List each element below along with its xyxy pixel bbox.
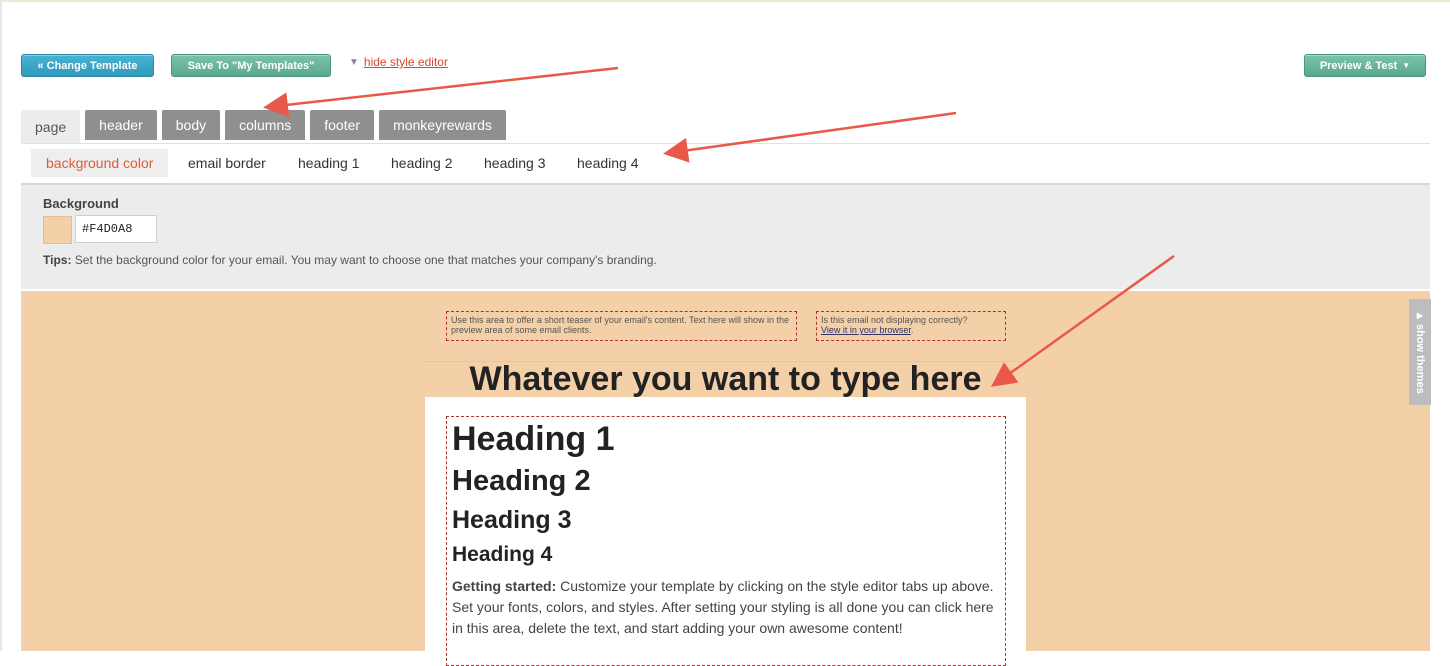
caret-down-icon: ▼ (1402, 61, 1411, 70)
tips-label: Tips: (43, 253, 72, 267)
subtab-email-border[interactable]: email border (188, 149, 266, 177)
intro-paragraph: Getting started: Customize your template… (452, 576, 1000, 639)
email-header[interactable]: Whatever you want to type here (425, 360, 1026, 398)
subtab-heading-1[interactable]: heading 1 (298, 149, 360, 177)
tab-columns[interactable]: columns (225, 110, 306, 140)
heading-4: Heading 4 (452, 543, 553, 566)
preheader-browser-box[interactable]: Is this email not displaying correctly? … (816, 311, 1006, 341)
save-to-my-templates-button[interactable]: Save To "My Templates" (171, 54, 331, 77)
body-content-area[interactable]: Heading 1 Heading 2 Heading 3 Heading 4 … (446, 416, 1006, 666)
preheader-teaser-box[interactable]: Use this area to offer a short teaser of… (446, 311, 797, 341)
tips-text: Tips: Set the background color for your … (43, 253, 657, 267)
show-themes-tab[interactable]: ▶ show themes (1409, 299, 1431, 405)
subtab-background-color[interactable]: background color (31, 149, 169, 177)
tab-footer[interactable]: footer (310, 110, 375, 140)
email-canvas: Use this area to offer a short teaser of… (21, 291, 1430, 666)
top-strip (0, 0, 1450, 2)
tab-body[interactable]: body (161, 110, 221, 140)
heading-2: Heading 2 (452, 465, 591, 497)
left-edge (0, 0, 2, 651)
tips-body: Set the background color for your email.… (74, 253, 657, 267)
hide-style-editor-link[interactable]: hide style editor (364, 55, 448, 69)
preview-test-label: Preview & Test (1319, 59, 1398, 72)
style-settings-panel: Background Tips: Set the background colo… (21, 183, 1430, 289)
background-label: Background (43, 196, 119, 211)
preheader-teaser-text: Use this area to offer a short teaser of… (451, 315, 790, 335)
tab-page[interactable]: page (21, 110, 81, 143)
triangle-icon: ▶ (1415, 310, 1425, 320)
triangle-down-icon: ▼ (349, 56, 359, 68)
tab-header[interactable]: header (85, 110, 157, 140)
subtab-heading-4[interactable]: heading 4 (577, 149, 639, 177)
style-subtabs: background color email border heading 1 … (21, 143, 1430, 184)
tab-monkeyrewards[interactable]: monkeyrewards (379, 110, 506, 140)
change-template-button[interactable]: « Change Template (21, 54, 154, 77)
hide-style-editor-toggle[interactable]: ▼ hide style editor (349, 55, 448, 69)
subtab-heading-3[interactable]: heading 3 (484, 149, 546, 177)
subtab-heading-2[interactable]: heading 2 (391, 149, 453, 177)
intro-label: Getting started: (452, 578, 557, 594)
show-themes-label: show themes (1414, 323, 1426, 394)
email-body: Heading 1 Heading 2 Heading 3 Heading 4 … (425, 397, 1026, 666)
heading-1: Heading 1 (452, 420, 615, 458)
style-editor-tabs: page header body columns footer monkeyre… (21, 110, 511, 143)
preview-test-button[interactable]: Preview & Test ▼ (1304, 54, 1426, 77)
heading-3: Heading 3 (452, 506, 572, 534)
header-text: Whatever you want to type here (469, 360, 982, 398)
preheader-question: Is this email not displaying correctly? (821, 315, 968, 325)
color-swatch[interactable] (43, 216, 72, 244)
background-color-input[interactable] (75, 215, 157, 243)
view-in-browser-link[interactable]: View it in your browser (821, 325, 911, 335)
